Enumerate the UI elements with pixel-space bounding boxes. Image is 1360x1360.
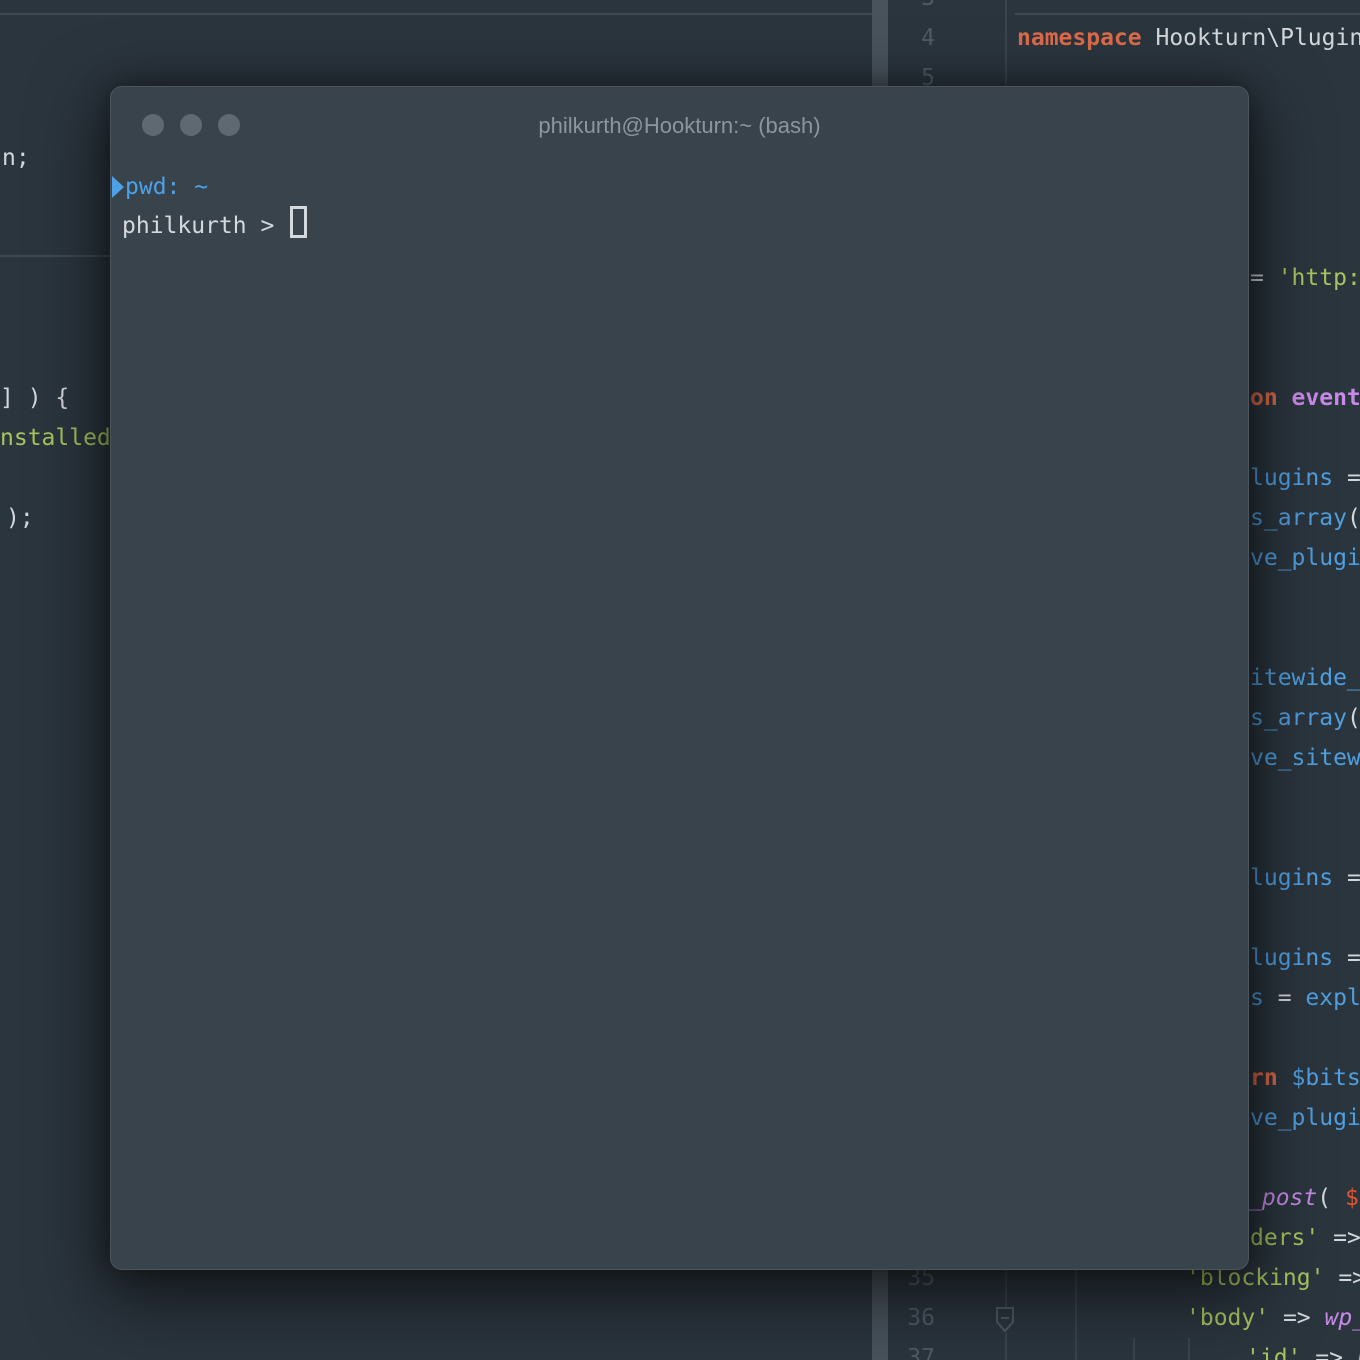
line-number: 3 [880,0,935,18]
code-fragment: n; [2,138,30,178]
line-number: 36 [880,1298,935,1338]
code-fragment: ve_plugin [1250,1098,1360,1138]
code-token: ( [1347,505,1360,531]
code-token: lugins [1250,945,1347,971]
code-token: ( [1317,1185,1345,1211]
code-token: lugins [1250,465,1347,491]
code-token: namespace [1017,25,1155,51]
code-fragment: s_array( [1250,698,1360,738]
code-token: = [1278,985,1306,1011]
code-token: rn [1250,1065,1292,1091]
window-title: philkurth@Hookturn:~ (bash) [111,87,1248,165]
traffic-light-zoom[interactable] [218,114,240,136]
code-fragment: s_array( [1250,498,1360,538]
code-token: = [1250,265,1278,291]
code-token: s [1250,985,1278,1011]
method-separator-line [0,13,872,15]
code-token: ve_sitew [1250,745,1360,771]
code-token: explo [1305,985,1360,1011]
code-token: ] ) { [0,385,69,411]
code-token: Hookturn\Plugins [1155,25,1360,51]
code-fragment: lugins = [1250,458,1360,498]
code-token: s_array [1250,705,1347,731]
code-fragment: _post( $ [1248,1178,1359,1218]
code-token: => [1269,1305,1324,1331]
code-token: = [1347,465,1360,491]
code-token: $bits [1292,1065,1360,1091]
code-token: wp_ [1324,1305,1360,1331]
traffic-light-close[interactable] [142,114,164,136]
terminal-cursor [290,206,307,238]
code-fragment: 'body' => wp_ [1186,1298,1360,1338]
fold-marker-icon[interactable] [995,1307,1015,1333]
code-token: 'id' [1246,1345,1301,1360]
code-token: = [1347,865,1360,891]
code-token: n; [2,145,30,171]
code-token: => [1319,1225,1360,1251]
code-fragment: on event [1250,378,1360,418]
terminal-titlebar[interactable]: philkurth@Hookturn:~ (bash) [111,87,1248,163]
code-token: on [1250,385,1292,411]
code-token: 'body' [1186,1305,1269,1331]
code-fragment: nstalled [0,418,111,458]
pwd-output-line: pwd: ~ [125,168,208,206]
line-number: 37 [880,1338,935,1360]
indent-guide [1075,1270,1077,1360]
code-fragment: ] ) { [0,378,69,418]
prompt-text: philkurth > [122,213,288,239]
code-fragment: ); [6,498,34,538]
code-fragment: ders' => [1250,1218,1360,1258]
code-token: => [1324,1265,1360,1291]
code-fragment: lugins = [1250,938,1360,978]
code-token: => [1301,1345,1356,1360]
indent-guide [1188,1338,1190,1360]
line-number: 4 [880,18,935,58]
code-token: event [1292,385,1360,411]
code-token: lugins [1250,865,1347,891]
prompt-arrow-icon [112,176,124,198]
code-fragment: s = explo [1250,978,1360,1018]
code-token: 'http: [1278,265,1360,291]
code-fragment: itewide_ [1250,658,1360,698]
terminal-window: philkurth@Hookturn:~ (bash) pwd: ~ philk… [110,86,1249,1270]
code-fragment: ve_plugi [1250,538,1360,578]
code-fragment: lugins = [1250,858,1360,898]
code-fragment: = 'http: [1250,258,1360,298]
code-fragment: ve_sitew [1250,738,1360,778]
code-token: = [1347,945,1360,971]
code-token: nstalled [0,425,111,451]
code-fragment: 'id' => h [1246,1338,1360,1360]
shell-prompt-line[interactable]: philkurth > [122,206,307,245]
code-token: itewide_ [1250,665,1360,691]
code-token: s_array [1250,505,1347,531]
code-token: _post [1248,1185,1317,1211]
code-token: ( [1347,705,1360,731]
code-token: ders' [1250,1225,1319,1251]
code-token: ); [6,505,34,531]
code-fragment: namespace Hookturn\Plugins [1017,18,1360,58]
method-separator-line [1015,13,1360,15]
code-token: $ [1345,1185,1359,1211]
indent-guide [1133,1338,1135,1360]
traffic-light-minimize[interactable] [180,114,202,136]
code-fragment: rn $bits[ [1250,1058,1360,1098]
code-token: ve_plugi [1250,545,1360,571]
code-token: ve_plugin [1250,1105,1360,1131]
